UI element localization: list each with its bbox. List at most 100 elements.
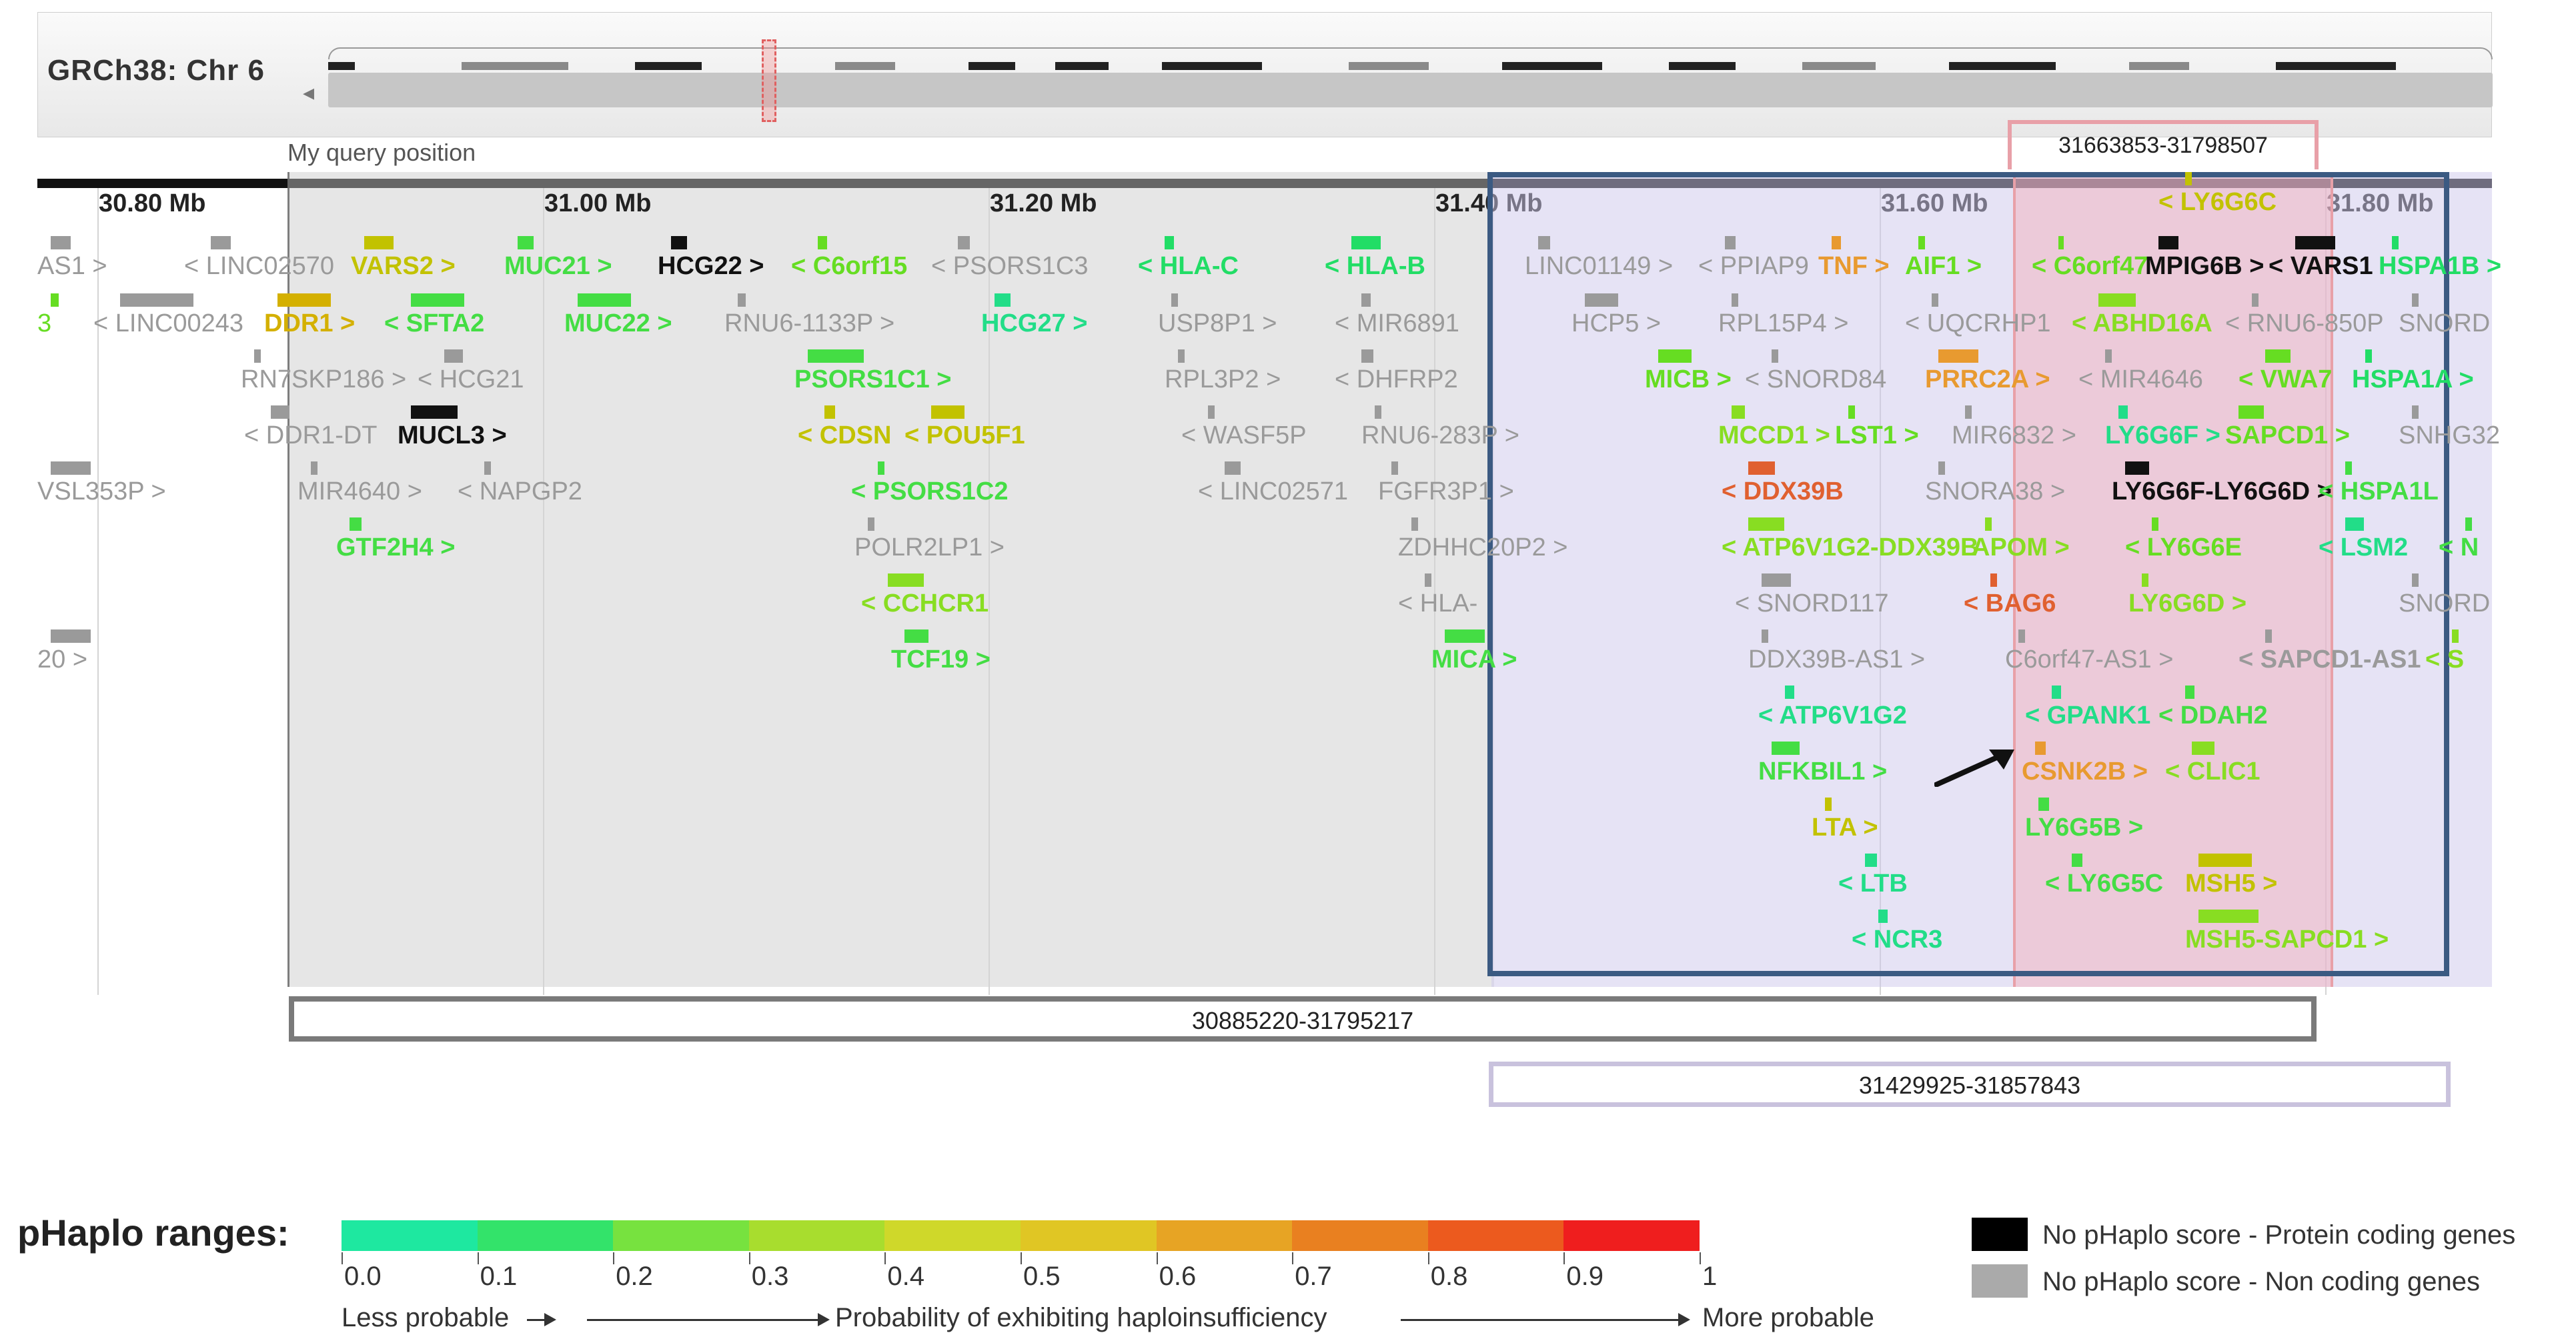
legend-probability-label: Probability of exhibiting haploinsuffici…	[835, 1303, 1327, 1332]
legend-tick-label: 0.8	[1430, 1262, 1468, 1291]
gene-label: LY6G5B >	[2025, 814, 2144, 842]
gene-bar	[311, 461, 317, 475]
gene-bar	[1918, 236, 1925, 249]
gene-bar	[51, 293, 59, 307]
gene-bar	[2465, 517, 2472, 531]
gene-label: HCG27 >	[981, 309, 1088, 337]
gene-label: DDX39B-AS1 >	[1748, 645, 1926, 674]
gene-bar	[1585, 293, 1618, 307]
gene-label: < DHFRP2	[1335, 365, 1458, 393]
gene-label: < BAG6	[1964, 589, 2056, 617]
gene-label: HCP5 >	[1571, 309, 1662, 337]
gene-label: < ATP6V1G2-DDX39B	[1722, 533, 1979, 561]
gene-bar	[1785, 686, 1794, 699]
gene-bar	[1985, 517, 1992, 531]
scroll-left-icon[interactable]: ◂	[303, 79, 314, 106]
gene-label: MICB >	[1645, 365, 1732, 393]
gene-bar	[1848, 405, 1855, 419]
gene-label: < HCG21	[418, 365, 524, 393]
gene-label: < C6orf47	[2032, 252, 2148, 280]
legend-tick-label: 0.1	[480, 1262, 518, 1291]
gene-bar	[254, 349, 261, 363]
gene-label: RPL15P4 >	[1718, 309, 1849, 337]
gene-label: SNORD	[2399, 589, 2491, 617]
gene-label: C6orf47-AS1 >	[2005, 645, 2174, 674]
gene-label: HSPA1B >	[2379, 252, 2502, 280]
selection-box	[1487, 172, 2449, 976]
region-box-query[interactable]: 30885220-31795217	[289, 996, 2317, 1042]
gene-bar	[1391, 461, 1398, 475]
gene-label: APOM >	[1972, 533, 2070, 561]
gene-label: < CLIC1	[2165, 758, 2261, 786]
gene-label: < VWA7	[2238, 365, 2333, 393]
gene-bar	[1832, 236, 1841, 249]
gene-bar	[578, 293, 631, 307]
ideogram-outline	[328, 47, 2493, 59]
gene-label: MICA >	[1431, 645, 1517, 674]
ruler-label: 31.00 Mb	[544, 189, 652, 217]
gene-bar	[2058, 236, 2064, 249]
gene-bar	[211, 236, 231, 249]
highlight-region-label: 31663853-31798507	[2008, 120, 2319, 169]
legend-tick	[1700, 1252, 1701, 1264]
legend-tick	[1292, 1252, 1294, 1264]
gene-label: < LINC02570	[184, 252, 334, 280]
gene-label: < ATP6V1G2	[1758, 702, 1907, 730]
gene-bar	[2038, 798, 2049, 811]
legend-ticks: 0.0 0.1 0.2 0.3 0.4 0.5 0.6 0.7 0.8 0.9 1	[342, 1252, 1717, 1291]
gene-bar	[2238, 405, 2264, 419]
protein-coding-label: No pHaplo score - Protein coding genes	[2042, 1220, 2516, 1250]
legend-tick	[1427, 1252, 1429, 1264]
gene-label: MUC22 >	[564, 309, 672, 337]
gene-bar	[1990, 573, 1997, 587]
gene-label: LTA >	[1812, 814, 1878, 842]
gene-label: MSH5 >	[2185, 870, 2278, 898]
chromosome-ideogram[interactable]: ◂	[303, 39, 2493, 122]
gene-label: TCF19 >	[891, 645, 991, 674]
gene-bar	[2412, 405, 2419, 419]
ideogram-band	[328, 62, 355, 70]
gene-label: DDR1 >	[264, 309, 356, 337]
gene-bar	[1965, 405, 1972, 419]
gene-bar	[2185, 686, 2194, 699]
legend-tick	[342, 1252, 343, 1264]
gene-label: LY6G6D >	[2128, 589, 2247, 617]
gene-bar	[818, 236, 827, 249]
current-position-marker[interactable]	[762, 39, 776, 122]
gene-bar	[2118, 405, 2128, 419]
ideogram-band	[835, 62, 895, 70]
region-box-overlap[interactable]: 31429925-31857843	[1489, 1062, 2451, 1107]
ideogram-band	[1502, 62, 1602, 70]
gene-bar	[2392, 236, 2399, 249]
legend-tick-label: 0.3	[751, 1262, 789, 1291]
gene-label: < SNORD117	[1735, 589, 1889, 617]
gene-bar	[1748, 461, 1775, 475]
gene-label: ZDHHC20P2 >	[1398, 533, 1568, 561]
pointer-arrow-icon	[1934, 750, 2014, 787]
ideogram-scrollbar[interactable]	[328, 73, 2493, 107]
gene-bar	[51, 236, 71, 249]
gene-bar	[1748, 517, 1784, 531]
gene-label: 3	[37, 309, 52, 337]
gene-bar	[1932, 293, 1938, 307]
ruler-label: 31.20 Mb	[990, 189, 1097, 217]
legend-arrow-right	[1401, 1313, 1690, 1326]
gene-label: AS1 >	[37, 252, 107, 280]
gene-label: < HLA-B	[1325, 252, 1425, 280]
gene-label: < N	[2439, 533, 2479, 561]
legend-tick-label: 0.7	[1295, 1262, 1332, 1291]
gene-bar	[904, 629, 928, 643]
legend-tick-label: 1	[1702, 1262, 1718, 1291]
gene-bar	[1762, 573, 1791, 587]
legend-tick-label: 0.0	[344, 1262, 382, 1291]
gene-track[interactable]: My query position 30.80 Mb 31.00 Mb 31.2…	[37, 120, 2501, 995]
ideogram-band	[2276, 62, 2396, 70]
gene-bar	[518, 236, 534, 249]
ideogram-band	[969, 62, 1015, 70]
legend-color-cell	[613, 1220, 749, 1251]
gene-label: < LY6G6C	[2158, 188, 2277, 216]
ideogram-band	[2129, 62, 2189, 70]
gene-bar	[1725, 236, 1736, 249]
legend-color-cell	[1292, 1220, 1428, 1251]
gene-label: PRRC2A >	[1925, 365, 2050, 393]
